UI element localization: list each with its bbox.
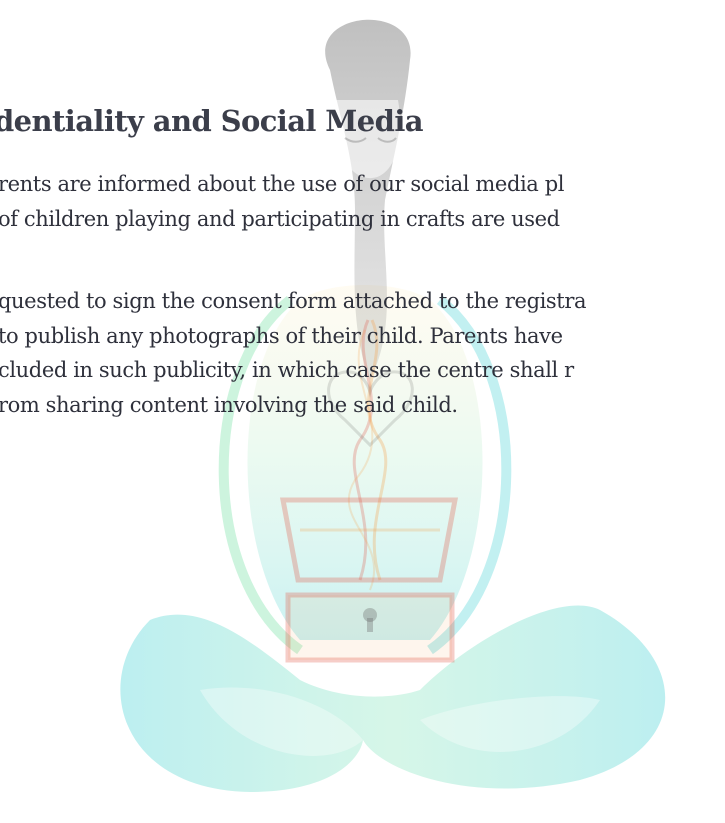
paragraph-2-line-1: quested to sign the consent form attache… [0,289,587,313]
section-heading: dentiality and Social Media [0,104,424,138]
document-content: dentiality and Social Media rents are in… [0,0,725,823]
paragraph-2-line-4: rom sharing content involving the said c… [0,393,458,417]
paragraph-2-line-2: to publish any photographs of their chil… [0,324,563,348]
paragraph-1-line-2: of children playing and participating in… [0,207,560,231]
paragraph-1-line-1: rents are informed about the use of our … [0,172,565,196]
document-page: dentiality and Social Media rents are in… [0,0,725,823]
paragraph-2-line-3: cluded in such publicity, in which case … [0,358,574,382]
